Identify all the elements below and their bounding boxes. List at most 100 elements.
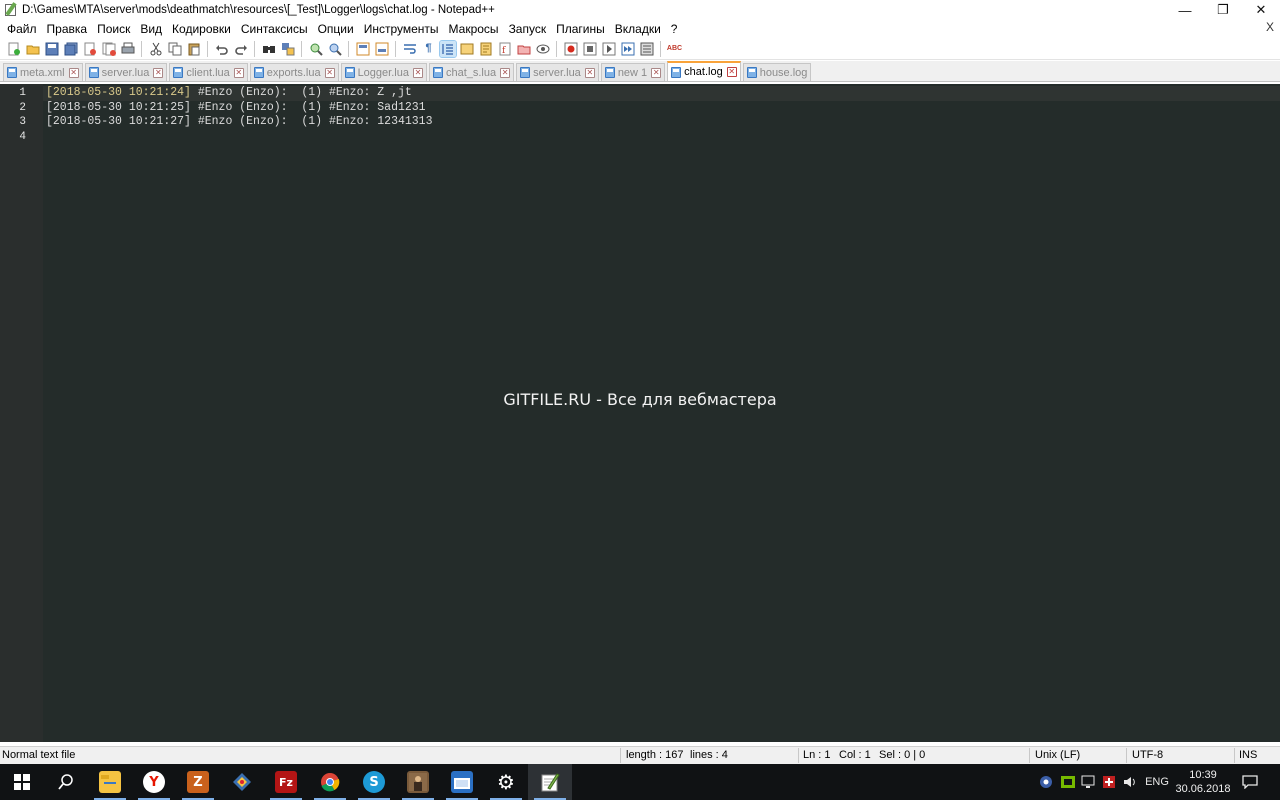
menu-search[interactable]: Поиск <box>92 22 135 36</box>
close-tab-icon[interactable]: ✕ <box>68 67 79 78</box>
tray-network-icon[interactable] <box>1079 764 1099 800</box>
monitoring-icon[interactable] <box>535 41 551 57</box>
code-line[interactable] <box>43 130 1280 145</box>
sync-vertical-icon[interactable] <box>355 41 371 57</box>
folder-as-workspace-icon[interactable] <box>516 41 532 57</box>
tab-exports-lua[interactable]: exports.lua ✕ <box>249 63 339 81</box>
new-icon[interactable] <box>6 41 22 57</box>
editor-area[interactable]: 1 2 3 4 [2018-05-30 10:21:24] #Enzo (Enz… <box>0 84 1280 742</box>
cut-icon[interactable] <box>148 41 164 57</box>
zoom-in-icon[interactable] <box>308 41 324 57</box>
status-insert-mode[interactable]: INS <box>1239 749 1257 761</box>
print-icon[interactable] <box>120 41 136 57</box>
run-macro-multiple-icon[interactable] <box>620 41 636 57</box>
tray-language[interactable]: ENG <box>1142 764 1172 800</box>
close-tab-icon[interactable]: ✕ <box>651 67 662 78</box>
spell-check-icon[interactable]: ABC <box>667 41 683 57</box>
code-lines[interactable]: [2018-05-30 10:21:24] #Enzo (Enzo): (1) … <box>43 86 1280 144</box>
tab-logger-lua[interactable]: Logger.lua ✕ <box>340 63 427 81</box>
user-language-icon[interactable] <box>459 41 475 57</box>
close-tab-icon[interactable]: ✕ <box>412 67 423 78</box>
menu-run[interactable]: Запуск <box>504 22 552 36</box>
tab-chat-s-lua[interactable]: chat_s.lua ✕ <box>428 63 515 81</box>
show-all-chars-icon[interactable]: ¶ <box>421 41 437 57</box>
close-tab-icon[interactable]: ✕ <box>324 67 335 78</box>
taskbar-window-app[interactable] <box>440 764 484 800</box>
taskbar-skype[interactable]: S <box>352 764 396 800</box>
close-tab-icon[interactable]: ✕ <box>500 67 511 78</box>
tab-house-log[interactable]: house.log <box>742 63 812 81</box>
menu-tools[interactable]: Инструменты <box>359 22 444 36</box>
menu-macro[interactable]: Макросы <box>444 22 504 36</box>
close-tab-icon[interactable]: ✕ <box>153 67 164 78</box>
copy-icon[interactable] <box>167 41 183 57</box>
tab-bar: meta.xml ✕ server.lua ✕ client.lua ✕ export… <box>0 61 1280 82</box>
taskbar-filezilla-server[interactable]: Z <box>176 764 220 800</box>
document-map-icon[interactable] <box>478 41 494 57</box>
taskbar-clock[interactable]: 10:39 30.06.2018 <box>1172 768 1234 796</box>
save-all-icon[interactable] <box>63 41 79 57</box>
status-eol[interactable]: Unix (LF) <box>1035 749 1080 761</box>
action-center-button[interactable] <box>1236 764 1264 800</box>
undo-icon[interactable] <box>214 41 230 57</box>
taskbar-settings[interactable]: ⚙ <box>484 764 528 800</box>
tray-volume-icon[interactable] <box>1121 764 1139 800</box>
save-macro-icon[interactable] <box>639 41 655 57</box>
zoom-out-icon[interactable] <box>327 41 343 57</box>
menu-help[interactable]: ? <box>666 22 683 36</box>
tray-nvidia-icon[interactable] <box>1059 764 1077 800</box>
close-tab-icon[interactable]: ✕ <box>584 67 595 78</box>
paste-icon[interactable] <box>186 41 202 57</box>
code-line[interactable]: [2018-05-30 10:21:24] #Enzo (Enzo): (1) … <box>43 86 1280 101</box>
tab-client-lua[interactable]: client.lua ✕ <box>169 63 248 81</box>
play-macro-icon[interactable] <box>601 41 617 57</box>
close-all-icon[interactable] <box>101 41 117 57</box>
stop-record-icon[interactable] <box>582 41 598 57</box>
taskbar-notepadpp[interactable] <box>528 764 572 800</box>
status-encoding[interactable]: UTF-8 <box>1132 749 1163 761</box>
close-icon[interactable] <box>82 41 98 57</box>
menu-language[interactable]: Синтаксисы <box>236 22 313 36</box>
tab-meta-xml[interactable]: meta.xml ✕ <box>3 63 83 81</box>
tray-antivirus-icon[interactable] <box>1100 764 1118 800</box>
tab-chat-log[interactable]: chat.log ✕ <box>667 61 741 81</box>
word-wrap-icon[interactable] <box>402 41 418 57</box>
menu-window[interactable]: Вкладки <box>610 22 666 36</box>
search-button[interactable] <box>44 764 88 800</box>
taskbar-yandex-browser[interactable]: Y <box>132 764 176 800</box>
menu-file[interactable]: Файл <box>2 22 42 36</box>
close-tab-icon[interactable]: ✕ <box>233 67 244 78</box>
tab-new-1[interactable]: new 1 ✕ <box>600 63 666 81</box>
taskbar-git-extensions[interactable] <box>220 764 264 800</box>
find-icon[interactable] <box>261 41 277 57</box>
open-icon[interactable] <box>25 41 41 57</box>
replace-icon[interactable] <box>280 41 296 57</box>
menu-encoding[interactable]: Кодировки <box>167 22 236 36</box>
taskbar-filezilla[interactable]: Fz <box>264 764 308 800</box>
redo-icon[interactable] <box>233 41 249 57</box>
close-tab-icon[interactable]: ✕ <box>726 67 737 77</box>
save-icon[interactable] <box>44 41 60 57</box>
menu-plugins[interactable]: Плагины <box>551 22 610 36</box>
tab-server-lua[interactable]: server.lua ✕ <box>84 63 168 81</box>
start-button[interactable] <box>0 764 44 800</box>
menu-edit[interactable]: Правка <box>42 22 93 36</box>
menu-settings[interactable]: Опции <box>313 22 359 36</box>
close-document-button[interactable]: X <box>1266 20 1274 34</box>
tray-steam-icon[interactable] <box>1037 764 1055 800</box>
indent-guide-icon[interactable] <box>438 39 457 58</box>
tab-server-lua-2[interactable]: server.lua ✕ <box>516 63 599 81</box>
title-bar: D:\Games\MTA\server\mods\deathmatch\reso… <box>0 0 1280 20</box>
menu-view[interactable]: Вид <box>135 22 167 36</box>
record-macro-icon[interactable] <box>563 41 579 57</box>
taskbar-game[interactable] <box>396 764 440 800</box>
code-line[interactable]: [2018-05-30 10:21:27] #Enzo (Enzo): (1) … <box>43 115 1280 130</box>
taskbar-chrome[interactable] <box>308 764 352 800</box>
code-line[interactable]: [2018-05-30 10:21:25] #Enzo (Enzo): (1) … <box>43 101 1280 116</box>
close-window-button[interactable]: ✕ <box>1242 0 1280 20</box>
function-list-icon[interactable]: f <box>497 41 513 57</box>
sync-horizontal-icon[interactable] <box>374 41 390 57</box>
taskbar-file-explorer[interactable] <box>88 764 132 800</box>
restore-button[interactable]: ❐ <box>1204 0 1242 20</box>
minimize-button[interactable]: — <box>1166 0 1204 20</box>
